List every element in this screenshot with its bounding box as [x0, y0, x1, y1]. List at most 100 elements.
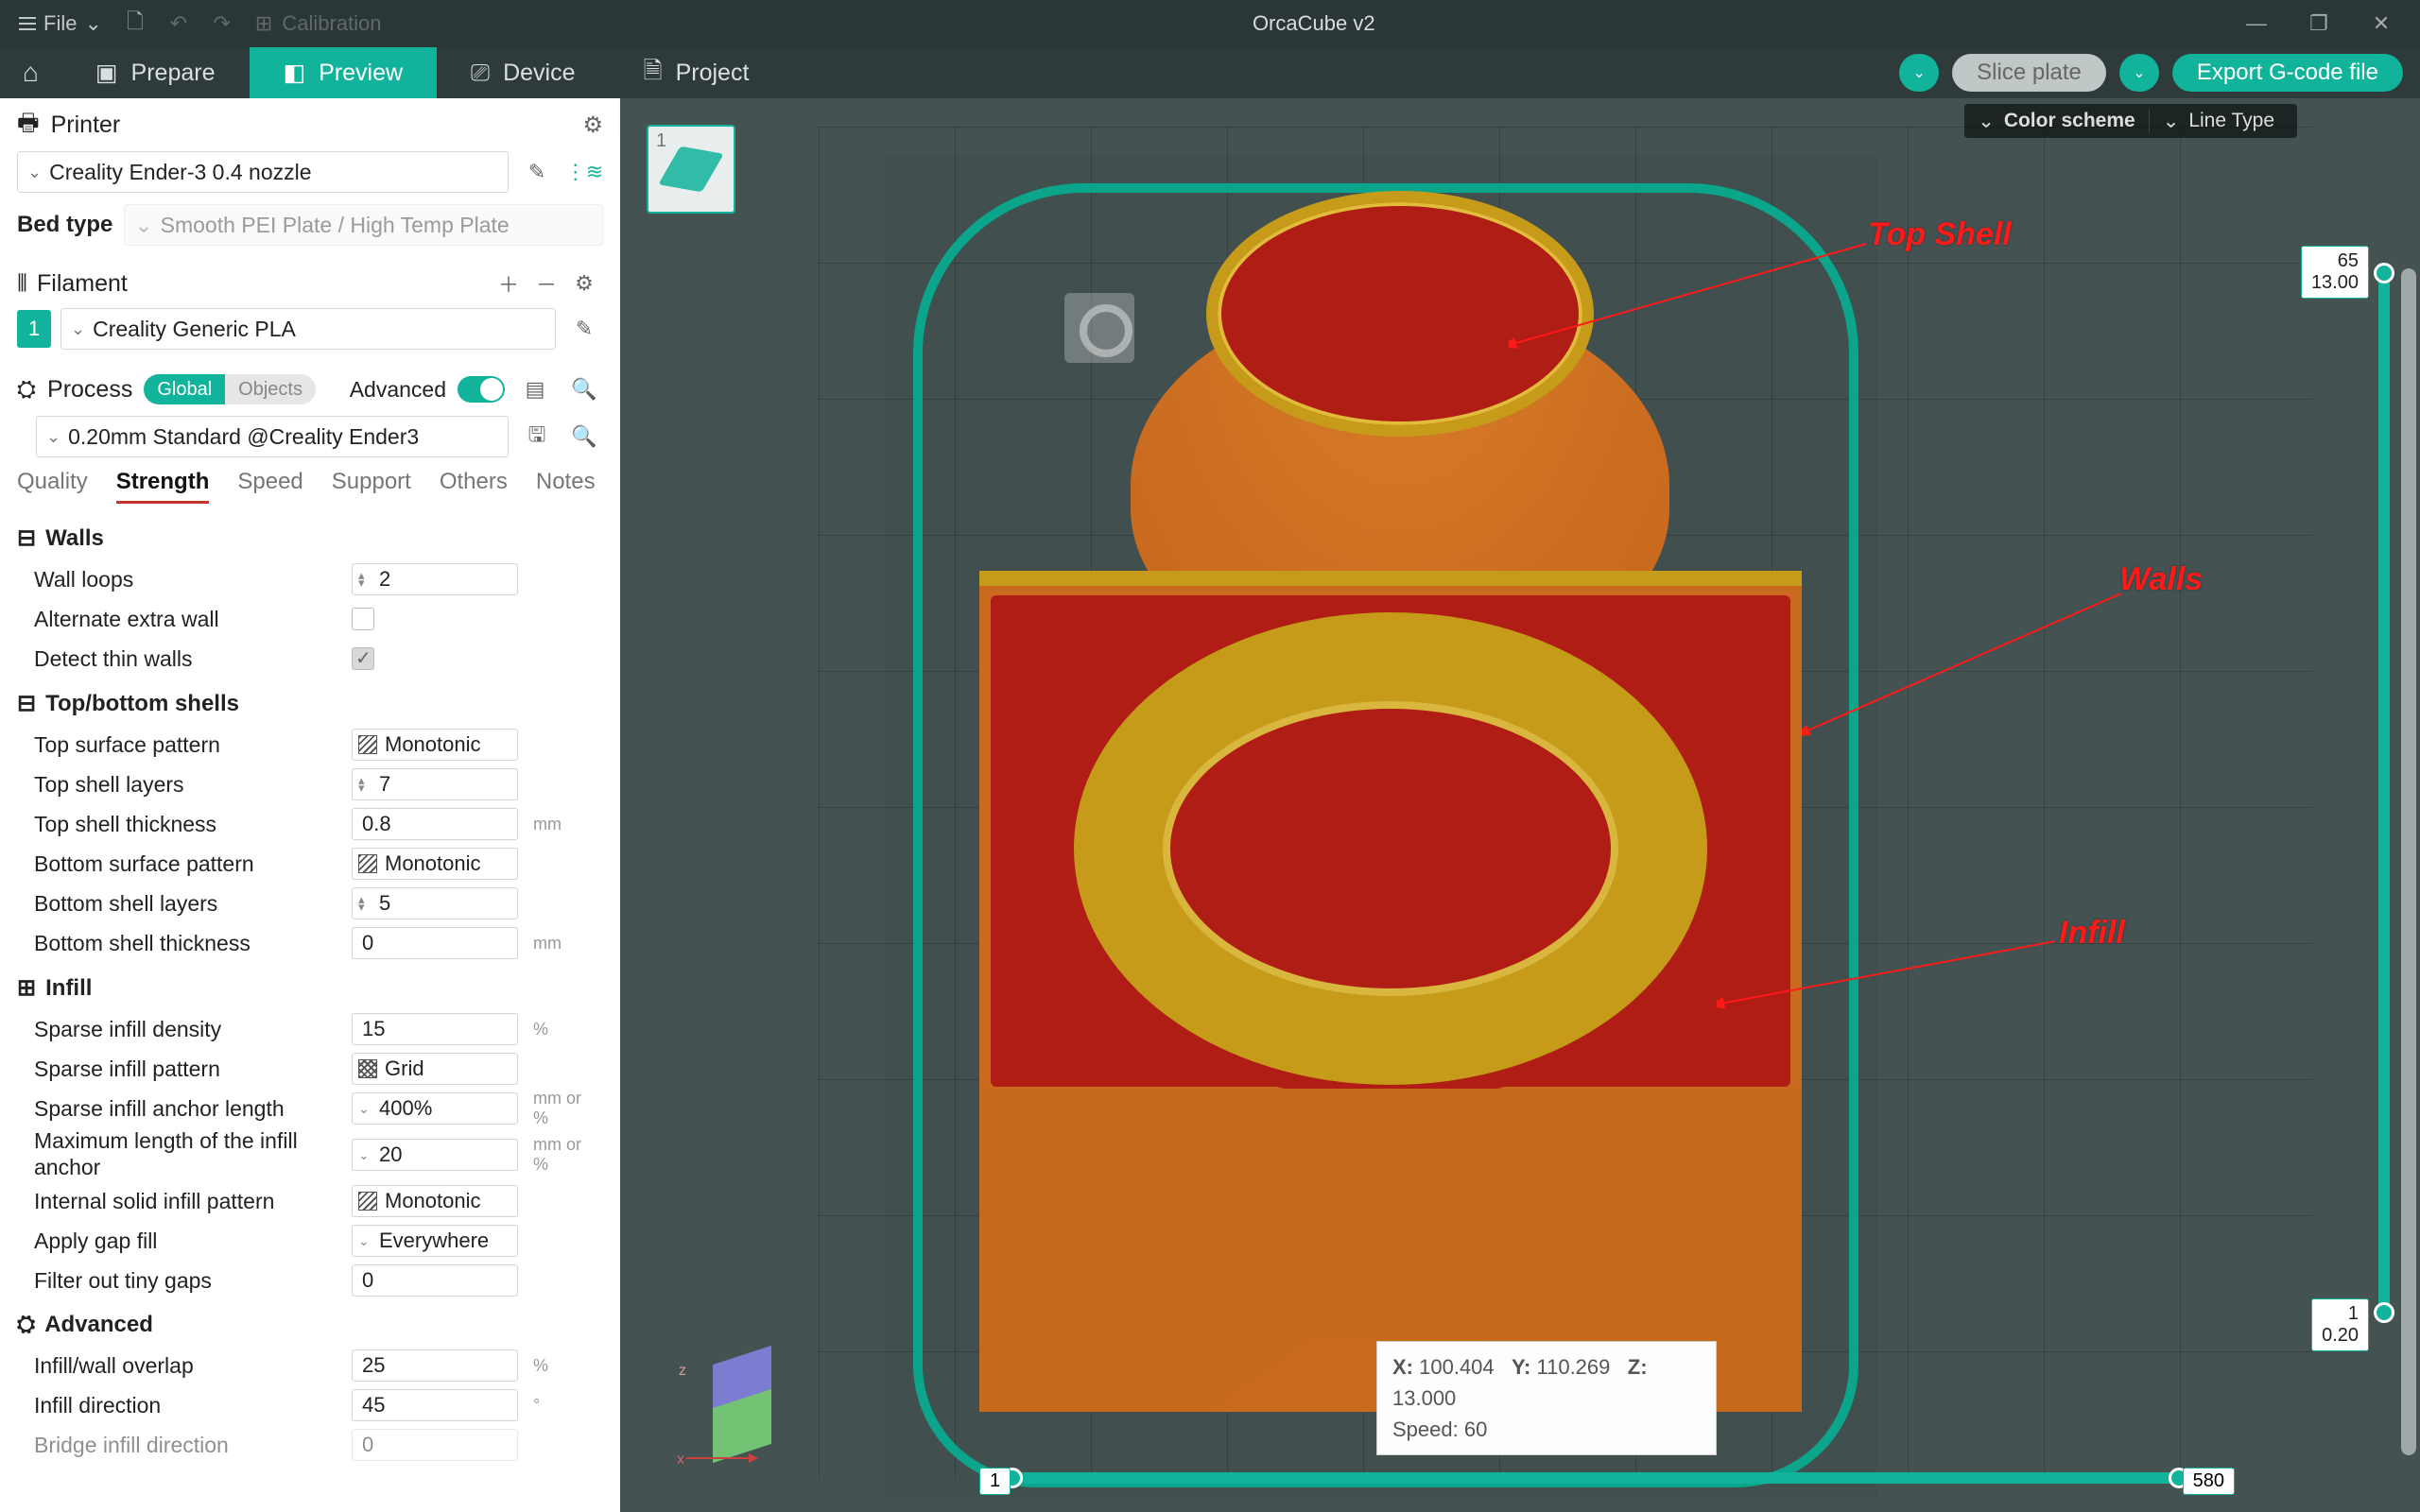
top-shell-thickness-field[interactable]: 0.8 — [352, 808, 518, 840]
export-gcode-button[interactable]: Export G-code file — [2172, 54, 2403, 92]
view-orientation-cube[interactable] — [1064, 293, 1134, 363]
printer-edit-button[interactable]: ✎ — [518, 153, 556, 191]
chevron-down-icon: ⌄ — [71, 319, 85, 339]
export-dropdown[interactable]: ⌄ — [2119, 54, 2159, 92]
layer-slider-top-handle[interactable] — [2374, 263, 2394, 284]
chevron-down-icon: ⌄ — [27, 163, 42, 182]
process-search-button-2[interactable]: 🔍 — [565, 418, 603, 455]
annotation-top-shell: Top Shell — [1868, 216, 2012, 253]
file-menu[interactable]: File ⌄ — [11, 8, 110, 40]
tab-home[interactable]: ⌂ — [0, 47, 61, 98]
filament-remove-button[interactable]: － — [527, 265, 565, 302]
ptab-support[interactable]: Support — [332, 469, 411, 504]
process-header-label: Process — [47, 376, 132, 404]
cube-icon — [658, 146, 723, 193]
collapse-icon[interactable]: ⊞ — [17, 974, 36, 1002]
alternate-extra-wall-checkbox[interactable] — [352, 608, 374, 630]
collapse-icon[interactable]: ⊟ — [17, 524, 36, 552]
layer-slider-bottom-handle[interactable] — [2374, 1302, 2394, 1323]
tab-prepare[interactable]: ▣ Prepare — [61, 47, 250, 98]
advanced-toggle[interactable] — [458, 376, 505, 403]
calibration-button[interactable]: ⊞ Calibration — [248, 8, 389, 40]
axis-gizmo[interactable]: zx — [677, 1355, 790, 1469]
plate-thumbnail[interactable]: 1 — [647, 125, 735, 214]
maximize-button[interactable]: ❐ — [2301, 11, 2337, 36]
close-button[interactable]: ✕ — [2363, 11, 2399, 36]
settings-scroll[interactable]: ⊟Walls Wall loops ▴▾2 Alternate extra wa… — [0, 509, 620, 1512]
slice-plate-dropdown[interactable]: ⌄ — [1899, 54, 1939, 92]
coord-tooltip: X: 100.404 Y: 110.269 Z: 13.000 Speed: 6… — [1376, 1341, 1717, 1455]
filament-dropdown[interactable]: ⌄ Creality Generic PLA — [60, 308, 556, 350]
collapse-icon[interactable]: ⛭ — [17, 1312, 35, 1338]
chevron-down-icon: ⌄ — [2133, 63, 2145, 82]
printer-wifi-icon[interactable]: ⋮≋ — [565, 153, 603, 191]
ptab-strength[interactable]: Strength — [116, 469, 210, 504]
layer-slider[interactable] — [2378, 268, 2390, 1317]
tab-project[interactable]: 🗎 Project — [609, 47, 783, 98]
project-icon: 🗎 — [643, 53, 662, 94]
process-compare-button[interactable]: ▤ — [516, 370, 554, 408]
internal-solid-infill-pattern-field[interactable]: Monotonic — [352, 1185, 518, 1217]
process-search-button[interactable]: 🔍 — [565, 370, 603, 408]
chevron-down-icon: ⌄ — [84, 11, 101, 36]
filament-edit-button[interactable]: ✎ — [565, 310, 603, 348]
new-file-button[interactable]: 🗋 — [117, 6, 153, 42]
printer-settings-button[interactable]: ⚙ — [582, 112, 603, 139]
bridge-infill-direction-field[interactable]: 0 — [352, 1429, 518, 1461]
bed-type-label: Bed type — [17, 212, 112, 238]
sparse-infill-pattern-field[interactable]: Grid — [352, 1053, 518, 1085]
ptab-others[interactable]: Others — [440, 469, 508, 504]
tab-device[interactable]: ⎚ Device — [437, 47, 609, 98]
file-menu-label: File — [43, 11, 77, 36]
filament-index[interactable]: 1 — [17, 310, 51, 348]
tab-preview[interactable]: ◧ Preview — [250, 47, 438, 98]
process-preset-value: 0.20mm Standard @Creality Ender3 — [68, 424, 419, 450]
device-icon: ⎚ — [471, 60, 490, 87]
wall-loops-field[interactable]: ▴▾2 — [352, 563, 518, 595]
global-objects-toggle[interactable]: Global Objects — [144, 374, 316, 404]
bed-type-dropdown[interactable]: ⌄ Smooth PEI Plate / High Temp Plate — [124, 204, 603, 246]
ptab-notes[interactable]: Notes — [536, 469, 596, 504]
redo-button[interactable]: ↷ — [204, 11, 240, 36]
infill-wall-overlap-field[interactable]: 25 — [352, 1349, 518, 1382]
move-slider[interactable] — [1008, 1472, 2184, 1484]
viewport-scrollbar[interactable] — [2401, 268, 2416, 1455]
row-wall-loops: Wall loops ▴▾2 — [17, 559, 613, 599]
model-ring-wall — [1074, 612, 1707, 1085]
process-tabs: Quality Strength Speed Support Others No… — [0, 469, 620, 509]
top-surface-pattern-field[interactable]: Monotonic — [352, 729, 518, 761]
printer-icon: 🖶 — [17, 105, 40, 146]
process-preset-dropdown[interactable]: ⌄ 0.20mm Standard @Creality Ender3 — [36, 416, 509, 457]
detect-thin-walls-checkbox[interactable] — [352, 647, 374, 670]
tab-device-label: Device — [503, 60, 575, 87]
filament-section-header: ⦀ Filament ＋ － ⚙ — [0, 259, 620, 308]
slice-plate-button[interactable]: Slice plate — [1952, 54, 2106, 92]
calibration-icon: ⊞ — [255, 11, 272, 36]
sparse-infill-anchor-length-field[interactable]: ⌄400% — [352, 1092, 518, 1125]
layer-slider-bottom-flag: 1 0.20 — [2311, 1298, 2369, 1351]
ptab-speed[interactable]: Speed — [237, 469, 302, 504]
apply-gap-fill-field[interactable]: ⌄Everywhere — [352, 1225, 518, 1257]
bottom-shell-layers-field[interactable]: ▴▾5 — [352, 887, 518, 919]
infill-direction-field[interactable]: 45 — [352, 1389, 518, 1421]
minimize-button[interactable]: — — [2238, 11, 2274, 36]
process-save-button[interactable]: 🖫 — [518, 418, 556, 455]
printer-section-header: 🖶 Printer ⚙ — [0, 98, 620, 151]
bottom-shell-thickness-field[interactable]: 0 — [352, 927, 518, 959]
sparse-infill-density-field[interactable]: 15 — [352, 1013, 518, 1045]
printer-dropdown[interactable]: ⌄ Creality Ender-3 0.4 nozzle — [17, 151, 509, 193]
undo-button[interactable]: ↶ — [161, 11, 197, 36]
chevron-down-icon: ⌄ — [134, 213, 152, 238]
filament-settings-button[interactable]: ⚙ — [565, 265, 603, 302]
filter-tiny-gaps-field[interactable]: 0 — [352, 1264, 518, 1297]
collapse-icon[interactable]: ⊟ — [17, 690, 36, 717]
group-advanced: ⛭Advanced — [17, 1312, 613, 1338]
max-infill-anchor-length-field[interactable]: ⌄20 — [352, 1139, 518, 1171]
pattern-icon — [358, 854, 377, 873]
top-shell-layers-field[interactable]: ▴▾7 — [352, 768, 518, 800]
preview-icon: ◧ — [284, 59, 306, 87]
preview-viewport[interactable]: ⌄ Color scheme ⌄ Line Type 1 Top Shell — [620, 98, 2420, 1512]
bottom-surface-pattern-field[interactable]: Monotonic — [352, 848, 518, 880]
ptab-quality[interactable]: Quality — [17, 469, 88, 504]
filament-add-button[interactable]: ＋ — [490, 265, 527, 302]
